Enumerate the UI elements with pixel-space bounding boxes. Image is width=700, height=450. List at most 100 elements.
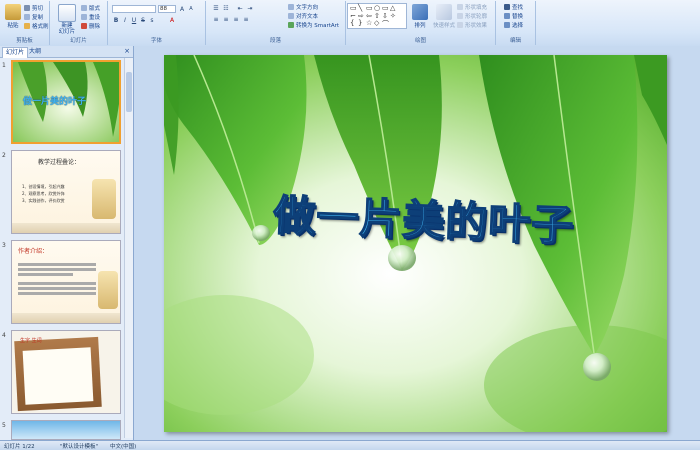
- decor-strip: [12, 223, 120, 233]
- slide-1-thumb-title: 做一片美的叶子: [23, 97, 87, 107]
- drawing-group: ▭ ╲ ▭ ○ ▭ △ ⌐ ⇨ ⇦ ⇧ ⇩ ✧ {} ☆ ◇ ⌒ 排列 快速样式 形状填充 形状轮廓 形状…: [346, 1, 496, 45]
- slide-thumbnail-3[interactable]: 作者介绍：: [11, 240, 121, 324]
- font-family-select[interactable]: [112, 5, 156, 13]
- align-left-icon[interactable]: ≡: [212, 16, 220, 23]
- convert-smartart-button[interactable]: 转换为 SmartArt: [288, 21, 339, 29]
- reset-button[interactable]: 重设: [81, 13, 100, 21]
- editing-group-label: 编辑: [509, 38, 521, 44]
- cursor-icon: [504, 22, 510, 28]
- pen-icon: [457, 13, 463, 19]
- slide-number: 4: [2, 332, 6, 339]
- new-slide-button[interactable]: 新建 幻灯片: [54, 4, 80, 35]
- clipboard-icon: [5, 4, 21, 20]
- slide-2-thumb-body: 1、创设情境，引起兴趣 2、观察思考，欣赏外饰 3、实践创作，评价欣赏: [22, 184, 65, 203]
- layout-icon: [81, 5, 87, 11]
- shadow-button[interactable]: s: [148, 17, 156, 24]
- new-slide-icon: [58, 4, 76, 22]
- reset-icon: [81, 14, 87, 20]
- align-center-icon[interactable]: ≡: [222, 16, 230, 23]
- paragraph-group-label: 段落: [269, 38, 281, 44]
- paste-button[interactable]: 粘贴: [2, 4, 24, 29]
- flower-vase-image: [92, 179, 116, 219]
- slide-4-thumb-title: 生字 生词: [20, 338, 42, 344]
- shape-outline-button[interactable]: 形状轮廓: [457, 12, 487, 20]
- tab-outline[interactable]: 大纲: [26, 47, 44, 57]
- slides-group-label: 幻灯片: [70, 38, 87, 44]
- slide-3-thumb-title: 作者介绍：: [18, 248, 49, 255]
- editing-group: 查找 替换 选择 编辑: [496, 1, 536, 45]
- pane-tabs: 幻灯片 大纲 ×: [0, 46, 133, 58]
- slide-number: 2: [2, 152, 6, 159]
- effects-icon: [457, 22, 463, 28]
- replace-icon: [504, 13, 510, 19]
- smartart-icon: [288, 22, 294, 28]
- fill-bucket-icon: [457, 4, 463, 10]
- format-painter-button[interactable]: 格式刷: [24, 22, 49, 30]
- copy-button[interactable]: 复制: [24, 13, 43, 21]
- text-direction-button[interactable]: 文字方向: [288, 3, 318, 11]
- quick-styles-icon: [436, 4, 452, 20]
- current-slide[interactable]: 做一片美的叶子: [164, 55, 667, 432]
- slide-editing-area: 做一片美的叶子: [134, 46, 700, 440]
- underline-button[interactable]: U: [130, 17, 138, 24]
- delete-slide-button[interactable]: 删除: [81, 22, 100, 30]
- close-pane-icon[interactable]: ×: [124, 47, 130, 55]
- slide-2-thumb-title: 教学过程叠论：: [38, 159, 81, 166]
- binoculars-icon: [504, 4, 510, 10]
- numbering-icon[interactable]: ☷: [222, 5, 230, 12]
- drawing-group-label: 绘图: [414, 38, 426, 44]
- font-color-icon[interactable]: A: [168, 17, 176, 24]
- align-right-icon[interactable]: ≡: [232, 16, 240, 23]
- copy-icon: [24, 14, 30, 20]
- slide-thumbnail-4[interactable]: 生字 生词: [11, 330, 121, 414]
- brush-icon: [24, 23, 30, 29]
- scroll-thumb[interactable]: [126, 72, 132, 112]
- thumbnail-scrollbar[interactable]: [124, 58, 133, 438]
- select-button[interactable]: 选择: [504, 21, 523, 29]
- arrange-icon: [412, 4, 428, 20]
- slide-number: 5: [2, 422, 6, 429]
- arrange-button[interactable]: 排列: [410, 4, 430, 29]
- font-group-label: 字体: [150, 38, 162, 44]
- shrink-font-icon[interactable]: A: [187, 6, 195, 13]
- align-text-icon: [288, 13, 294, 19]
- scissors-icon: [24, 5, 30, 11]
- italic-button[interactable]: I: [121, 17, 129, 24]
- strikethrough-button[interactable]: S: [139, 17, 147, 24]
- bullets-icon[interactable]: ☰: [212, 5, 220, 12]
- ribbon: 粘贴 剪切 复制 格式刷 剪贴板 新建 幻灯片 版式 重设 删除 幻灯片 88 …: [0, 0, 700, 47]
- shape-fill-button[interactable]: 形状填充: [457, 3, 487, 11]
- clipboard-group: 粘贴 剪切 复制 格式刷 剪贴板: [0, 1, 50, 45]
- clipboard-group-label: 剪贴板: [16, 38, 33, 44]
- indent-decrease-icon[interactable]: ⇤: [236, 5, 244, 12]
- paragraph-group: ☰ ☷ ⇤ ⇥ ≡ ≡ ≡ ≡ 文字方向 对齐文本 转换为 SmartArt 段…: [206, 1, 346, 45]
- grow-font-icon[interactable]: A: [178, 6, 186, 13]
- decor-strip: [12, 313, 120, 323]
- slides-pane: 幻灯片 大纲 × 1 做一片美的叶子 2 教学过程叠论： 1、创设情境，引起兴趣…: [0, 46, 134, 440]
- slide-thumbnail-5[interactable]: [11, 420, 121, 440]
- quick-styles-button[interactable]: 快速样式: [432, 4, 456, 29]
- text-direction-icon: [288, 4, 294, 10]
- slides-group: 新建 幻灯片 版式 重设 删除 幻灯片: [50, 1, 108, 45]
- font-group: 88 A A B I U S s A 字体: [108, 1, 206, 45]
- slide-3-thumb-body: [18, 261, 96, 297]
- tab-slides[interactable]: 幻灯片: [2, 47, 29, 58]
- cut-button[interactable]: 剪切: [24, 4, 43, 12]
- justify-icon[interactable]: ≡: [242, 16, 250, 23]
- shape-effects-button[interactable]: 形状效果: [457, 21, 487, 29]
- slide-thumbnail-2[interactable]: 教学过程叠论： 1、创设情境，引起兴趣 2、观察思考，欣赏外饰 3、实践创作，评…: [11, 150, 121, 234]
- find-button[interactable]: 查找: [504, 3, 523, 11]
- layout-button[interactable]: 版式: [81, 4, 100, 12]
- shapes-gallery[interactable]: ▭ ╲ ▭ ○ ▭ △ ⌐ ⇨ ⇦ ⇧ ⇩ ✧ {} ☆ ◇ ⌒: [347, 3, 407, 29]
- slide-number: 1: [2, 62, 6, 69]
- align-text-button[interactable]: 对齐文本: [288, 12, 318, 20]
- slide-number: 3: [2, 242, 6, 249]
- flower-vase-image: [98, 271, 118, 309]
- paper-image: [22, 347, 94, 405]
- indent-increase-icon[interactable]: ⇥: [246, 5, 254, 12]
- bold-button[interactable]: B: [112, 17, 120, 24]
- font-size-select[interactable]: 88: [158, 5, 176, 13]
- delete-icon: [81, 23, 87, 29]
- slide-thumbnail-1[interactable]: 做一片美的叶子: [11, 60, 121, 144]
- replace-button[interactable]: 替换: [504, 12, 523, 20]
